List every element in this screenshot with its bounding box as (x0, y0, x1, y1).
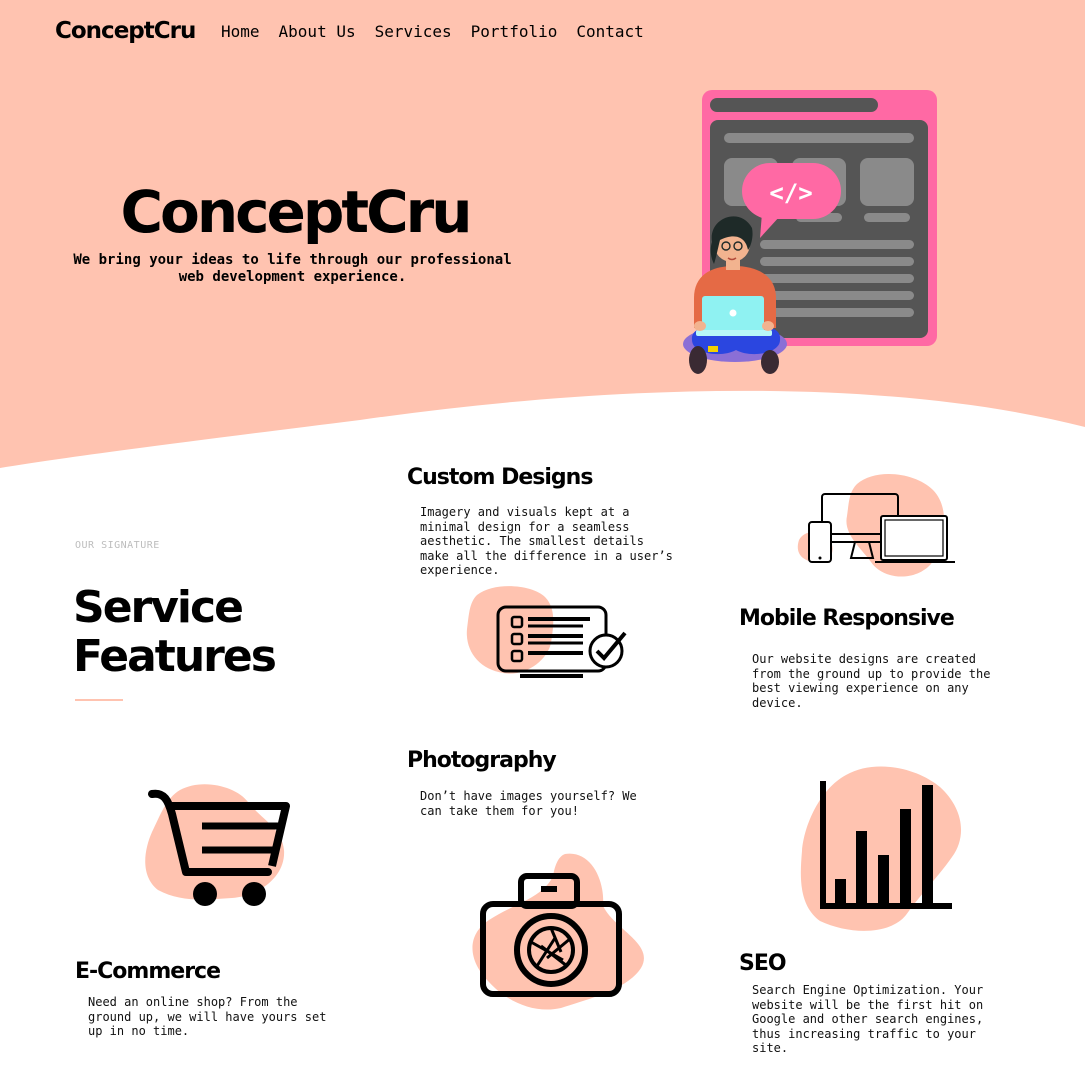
code-bubble-text: </> (769, 179, 812, 207)
brand-logo[interactable]: ConceptCru (55, 18, 196, 44)
section-title-underline (75, 699, 123, 701)
feature-desc-custom-designs: Imagery and visuals kept at a minimal de… (420, 505, 673, 578)
feature-title-photography: Photography (407, 748, 557, 773)
feature-desc-seo: Search Engine Optimization. Your website… (752, 983, 984, 1056)
feature-title-seo: SEO (739, 951, 787, 976)
nav-about-us[interactable]: About Us (279, 22, 356, 41)
main-nav: Home About Us Services Portfolio Contact (221, 22, 644, 41)
nav-services[interactable]: Services (375, 22, 452, 41)
feature-desc-photography: Don’t have images yourself? We can take … (420, 789, 637, 818)
feature-desc-mobile-responsive: Our website designs are created from the… (752, 652, 991, 710)
hero-subtitle: We bring your ideas to life through our … (73, 252, 512, 285)
section-eyebrow: OUR SIGNATURE (75, 540, 160, 551)
developer-illustration: </> (683, 90, 937, 374)
section-title: Service Features (73, 582, 277, 682)
hero-title: ConceptCru (120, 178, 472, 246)
hero-section: ConceptCru Home About Us Services Portfo… (0, 0, 1085, 470)
nav-contact[interactable]: Contact (576, 22, 643, 41)
bar-chart-icon (800, 766, 962, 931)
devices-icon (797, 473, 955, 577)
feature-title-mobile-responsive: Mobile Responsive (739, 606, 955, 631)
feature-desc-e-commerce: Need an online shop? From the ground up,… (88, 995, 327, 1039)
section-title-line2: Features (73, 631, 277, 682)
shopping-cart-icon (145, 784, 290, 906)
camera-icon (472, 853, 644, 1010)
nav-portfolio[interactable]: Portfolio (471, 22, 558, 41)
nav-home[interactable]: Home (221, 22, 260, 41)
feature-title-e-commerce: E-Commerce (75, 959, 221, 984)
checklist-monitor-icon (466, 586, 627, 678)
feature-title-custom-designs: Custom Designs (407, 465, 593, 490)
section-title-line1: Service (73, 582, 244, 633)
